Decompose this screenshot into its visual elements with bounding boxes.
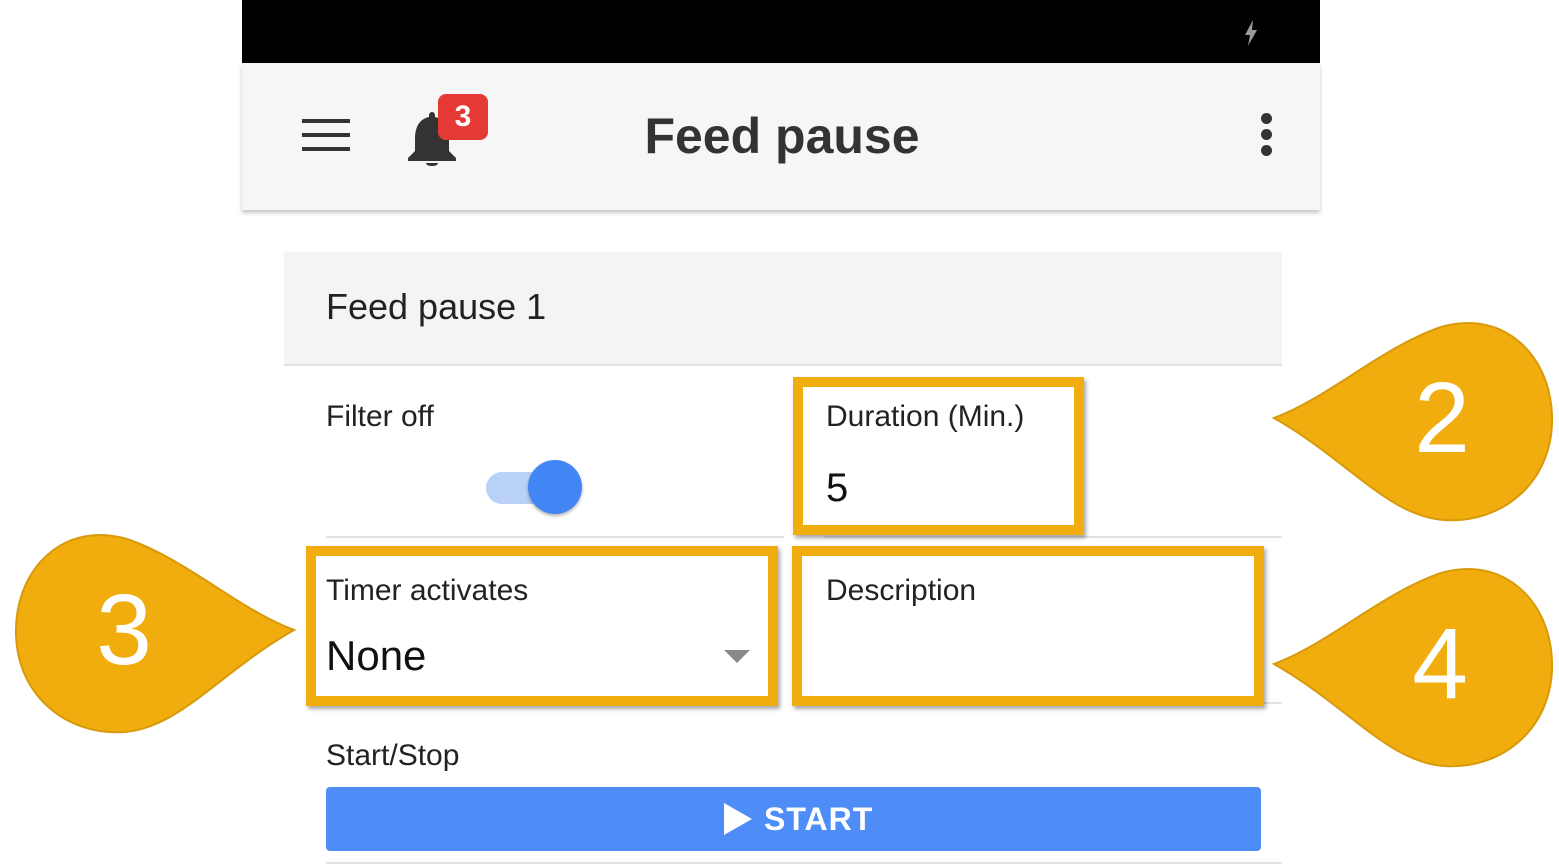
card-header: Feed pause 1 <box>284 252 1282 366</box>
start-stop-label: Start/Stop <box>326 739 460 772</box>
page-title: Feed pause <box>644 108 920 164</box>
divider <box>824 536 1282 538</box>
play-icon <box>724 803 752 835</box>
toggle-knob <box>528 460 582 514</box>
start-button-label: START <box>764 801 874 837</box>
highlight-box-timer <box>306 546 778 706</box>
divider <box>326 862 1282 864</box>
highlight-box-duration <box>793 377 1084 535</box>
charging-bolt-icon <box>1245 20 1257 46</box>
more-vert-icon[interactable] <box>1258 113 1274 159</box>
notification-badge[interactable]: 3 <box>438 94 488 140</box>
callout-2: 2 <box>1414 362 1470 474</box>
callout-4: 4 <box>1412 608 1468 720</box>
card-title: Feed pause 1 <box>326 286 547 327</box>
callout-3: 3 <box>96 574 152 686</box>
divider <box>326 536 784 538</box>
hamburger-menu-icon[interactable] <box>302 119 350 153</box>
filter-label: Filter off <box>326 400 434 433</box>
highlight-box-description <box>792 546 1264 706</box>
start-button[interactable]: START <box>326 787 1261 851</box>
filter-toggle[interactable] <box>486 460 582 516</box>
phone-screen: 3 Feed pause Feed pause 1 Filter off Dur… <box>242 0 1320 868</box>
app-bar: 3 Feed pause <box>242 63 1320 210</box>
status-bar <box>242 0 1320 63</box>
